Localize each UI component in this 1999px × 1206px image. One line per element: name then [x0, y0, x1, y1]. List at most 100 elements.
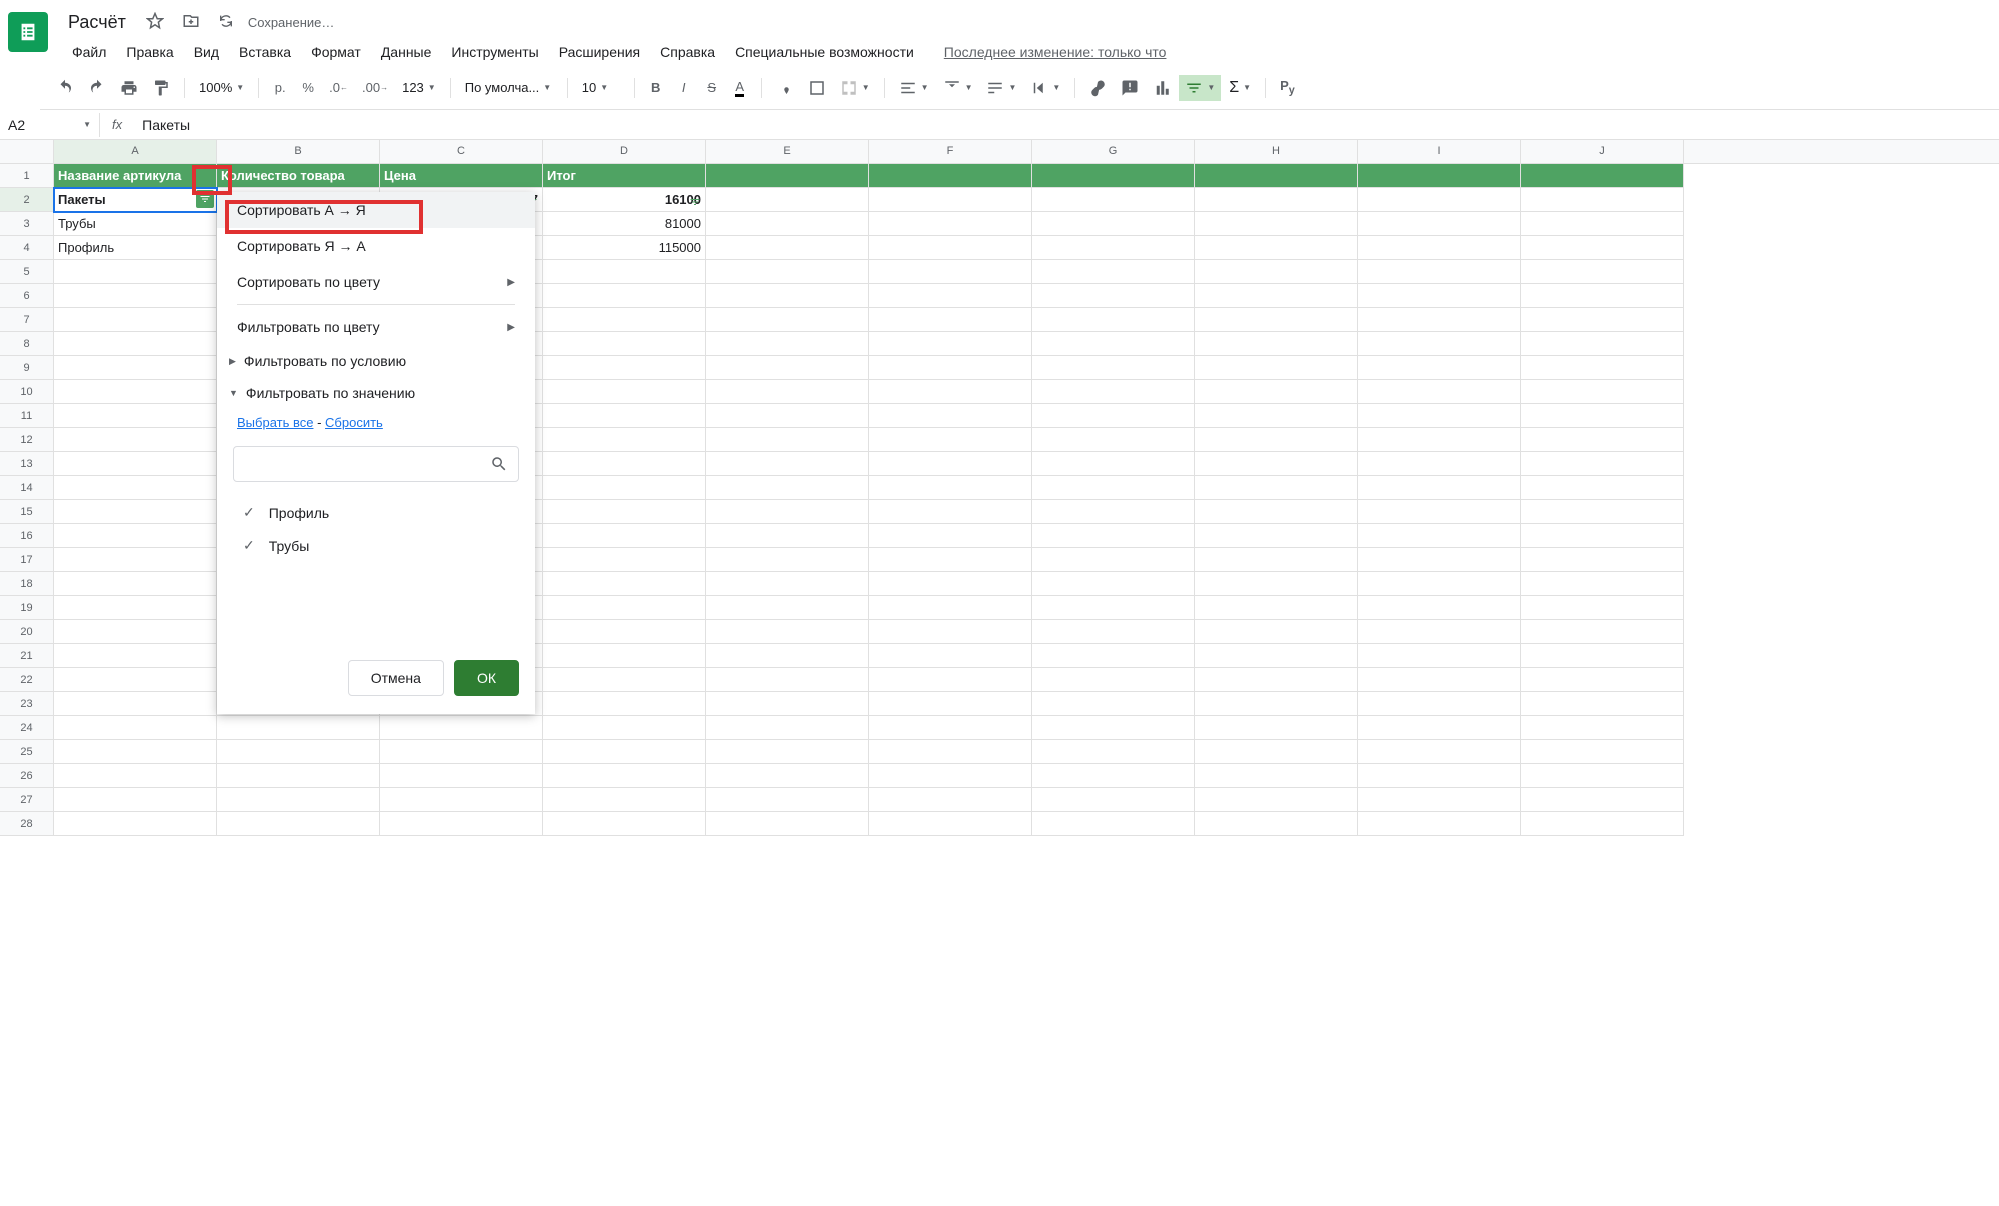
row-header-14[interactable]: 14	[0, 476, 54, 500]
cell[interactable]	[706, 284, 869, 308]
cell[interactable]	[1358, 188, 1521, 212]
cell[interactable]	[54, 812, 217, 836]
cell[interactable]	[1358, 620, 1521, 644]
cell[interactable]	[1195, 524, 1358, 548]
move-icon[interactable]	[178, 8, 204, 37]
cell[interactable]	[543, 356, 706, 380]
cell[interactable]	[54, 428, 217, 452]
cell[interactable]	[1032, 284, 1195, 308]
cell[interactable]	[543, 788, 706, 812]
cell[interactable]	[1521, 692, 1684, 716]
cell[interactable]	[54, 452, 217, 476]
cell[interactable]	[1032, 788, 1195, 812]
cell[interactable]	[54, 572, 217, 596]
cell[interactable]	[543, 380, 706, 404]
cell[interactable]	[1195, 740, 1358, 764]
cell[interactable]	[869, 212, 1032, 236]
cell[interactable]	[1195, 308, 1358, 332]
cell[interactable]	[1358, 308, 1521, 332]
cell[interactable]	[706, 476, 869, 500]
row-header-2[interactable]: 2	[0, 188, 54, 212]
sort-za[interactable]: Сортировать Я → А	[217, 228, 535, 264]
cell[interactable]	[1521, 668, 1684, 692]
cell[interactable]	[1358, 740, 1521, 764]
cell[interactable]	[1521, 644, 1684, 668]
cell[interactable]	[706, 692, 869, 716]
cell[interactable]	[54, 548, 217, 572]
col-header-j[interactable]: J	[1521, 140, 1684, 163]
filter-value-0[interactable]: ✓Профиль	[237, 496, 515, 529]
cell[interactable]	[1358, 764, 1521, 788]
row-header-6[interactable]: 6	[0, 284, 54, 308]
cell[interactable]	[1032, 236, 1195, 260]
cell[interactable]	[1358, 260, 1521, 284]
cell[interactable]	[1195, 764, 1358, 788]
cell[interactable]	[1195, 716, 1358, 740]
cell[interactable]	[1032, 260, 1195, 284]
row-header-11[interactable]: 11	[0, 404, 54, 428]
cell[interactable]	[1358, 356, 1521, 380]
cell[interactable]	[1521, 452, 1684, 476]
cell[interactable]	[1358, 572, 1521, 596]
cell[interactable]	[543, 644, 706, 668]
cell[interactable]	[869, 428, 1032, 452]
col-header-a[interactable]: A	[54, 140, 217, 163]
row-header-27[interactable]: 27	[0, 788, 54, 812]
cell[interactable]	[869, 740, 1032, 764]
cell[interactable]	[1521, 716, 1684, 740]
cell[interactable]	[706, 524, 869, 548]
halign-icon[interactable]: ▼	[893, 75, 935, 101]
cell[interactable]	[1032, 476, 1195, 500]
row-header-18[interactable]: 18	[0, 572, 54, 596]
cell[interactable]	[543, 308, 706, 332]
cell[interactable]	[1521, 764, 1684, 788]
cell[interactable]	[1521, 500, 1684, 524]
cell[interactable]	[869, 452, 1032, 476]
row-header-4[interactable]: 4	[0, 236, 54, 260]
cell[interactable]	[54, 476, 217, 500]
cell[interactable]	[1195, 380, 1358, 404]
cell[interactable]	[869, 716, 1032, 740]
cell[interactable]	[1032, 572, 1195, 596]
cell[interactable]	[706, 548, 869, 572]
decrease-decimal-icon[interactable]: .0←	[323, 75, 354, 101]
cell[interactable]	[1195, 548, 1358, 572]
text-color-icon[interactable]: A	[727, 75, 753, 101]
cell[interactable]	[869, 476, 1032, 500]
menu-file[interactable]: Файл	[62, 40, 116, 64]
cell[interactable]	[869, 260, 1032, 284]
cell[interactable]	[1032, 428, 1195, 452]
font-select[interactable]: По умолча...▼	[459, 76, 559, 99]
row-header-9[interactable]: 9	[0, 356, 54, 380]
row-header-17[interactable]: 17	[0, 548, 54, 572]
cell[interactable]: 81000	[543, 212, 706, 236]
cell[interactable]	[1195, 644, 1358, 668]
sheets-logo[interactable]	[8, 12, 48, 52]
cell[interactable]	[1195, 812, 1358, 836]
cell[interactable]	[54, 788, 217, 812]
cell[interactable]	[1032, 212, 1195, 236]
cell[interactable]	[1195, 692, 1358, 716]
header-cell[interactable]: Название артикула	[54, 164, 217, 188]
sort-az[interactable]: Сортировать А → Я	[217, 192, 535, 228]
cell[interactable]	[1032, 716, 1195, 740]
cell[interactable]	[1521, 188, 1684, 212]
cell[interactable]	[1195, 332, 1358, 356]
cell[interactable]	[543, 260, 706, 284]
cell[interactable]	[543, 620, 706, 644]
cell[interactable]	[543, 500, 706, 524]
header-cell[interactable]	[1195, 164, 1358, 188]
cell[interactable]	[1358, 476, 1521, 500]
undo-icon[interactable]	[50, 75, 80, 101]
cell[interactable]	[380, 740, 543, 764]
cell[interactable]	[1195, 188, 1358, 212]
cell[interactable]	[543, 668, 706, 692]
col-header-h[interactable]: H	[1195, 140, 1358, 163]
cell[interactable]	[1195, 428, 1358, 452]
doc-title[interactable]: Расчёт	[62, 10, 132, 35]
filter-by-value[interactable]: ▼Фильтровать по значению	[217, 377, 535, 409]
cell[interactable]	[54, 260, 217, 284]
menu-edit[interactable]: Правка	[116, 40, 183, 64]
cell[interactable]	[1358, 404, 1521, 428]
cell[interactable]	[1032, 500, 1195, 524]
